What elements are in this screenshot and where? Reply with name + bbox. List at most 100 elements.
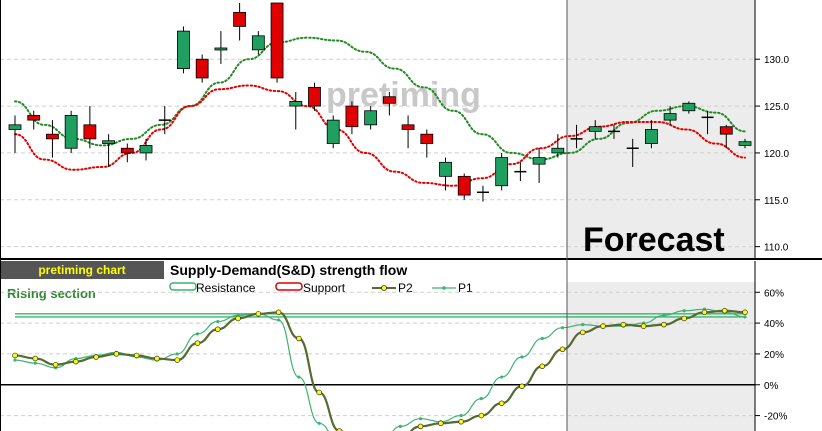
p2-point: [417, 423, 424, 430]
candle: [139, 138, 153, 161]
strength-axis-ticks: 60% 40% 20% 0% -20%: [755, 288, 787, 423]
candle: [495, 152, 509, 191]
p1-point: [581, 323, 585, 327]
candle-body-down: [401, 124, 415, 130]
p2-point: [12, 352, 18, 359]
p1-point: [297, 375, 301, 379]
candle-body-up: [177, 30, 190, 69]
candle-body-up: [251, 35, 265, 51]
candle-body-down: [83, 124, 97, 140]
p2-point: [661, 321, 667, 328]
p1-point: [33, 361, 37, 365]
p2-point: [519, 383, 525, 390]
candle-body-up: [326, 119, 340, 144]
rising-section-label: Rising section: [7, 286, 96, 301]
candle: [102, 134, 115, 167]
p1-point: [520, 355, 524, 359]
candle-body-down: [195, 58, 209, 79]
candle-body-up: [8, 124, 22, 130]
legend-resistance: Resistance: [169, 281, 256, 295]
candle-body-up: [289, 100, 303, 107]
strength-tick-label: 40%: [764, 319, 784, 330]
candle: [532, 148, 546, 183]
forecast-region-lower: [567, 282, 755, 431]
p1-point: [277, 318, 281, 322]
p2-point: [620, 321, 627, 328]
candle: [514, 162, 527, 182]
candle-body-up: [532, 157, 546, 165]
candle-body-down: [382, 96, 396, 104]
candle-body-up: [139, 145, 153, 154]
candle-body-down: [308, 86, 321, 107]
candle: [233, 3, 247, 41]
candle: [457, 173, 471, 200]
p1-point: [13, 358, 17, 362]
candle-body-down: [46, 133, 59, 140]
p2-point: [52, 361, 59, 368]
strength-tick-label: 0%: [764, 381, 779, 392]
p2-point: [275, 309, 282, 316]
p1-point: [743, 315, 747, 319]
p2-point: [458, 419, 464, 425]
price-tick-label: 110.0: [764, 243, 789, 254]
p1-point: [500, 375, 504, 379]
sd-strength-panel: pretiming chart Supply-Demand(S&D) stren…: [0, 261, 787, 431]
candle: [120, 143, 134, 163]
candle-body-up: [214, 47, 228, 51]
candle-body-up: [364, 110, 378, 126]
p2-point: [539, 363, 545, 370]
p2-point: [255, 311, 262, 317]
p2-point: [194, 340, 201, 346]
p2-point: [113, 351, 120, 357]
candle-body-up: [663, 113, 677, 121]
p2-point: [154, 355, 160, 362]
p2-point: [316, 389, 322, 396]
candle-body-up: [551, 147, 565, 154]
p2-point: [742, 309, 748, 316]
p1-point: [479, 397, 483, 401]
p1-point: [682, 309, 686, 313]
p2-point: [174, 357, 180, 363]
p1-point: [662, 313, 666, 317]
p1-point: [317, 421, 321, 425]
candle: [64, 110, 78, 153]
candle-body-up: [64, 115, 78, 149]
candle-body-down: [233, 11, 247, 27]
p2-point: [478, 412, 485, 419]
p2-point: [640, 323, 647, 329]
price-tick-label: 115.0: [764, 196, 789, 207]
legend-support-label: Support: [303, 281, 346, 295]
candle-body-up: [102, 140, 115, 144]
strength-tick-label: 60%: [764, 288, 784, 299]
candle: [177, 26, 190, 74]
price-chart: pretiming Forecast 110.0115.0120.0125.01…: [0, 0, 822, 431]
p2-point: [580, 329, 586, 336]
legend-p1-label: P1: [458, 281, 473, 295]
p1-point: [560, 326, 565, 330]
candle-body-up: [738, 141, 752, 146]
price-tick-label: 125.0: [764, 102, 789, 113]
legend-p1: P1: [432, 281, 473, 295]
p2-point: [235, 315, 241, 322]
p2-point: [133, 352, 140, 359]
legend-p2-label: P2: [398, 281, 413, 295]
strength-tick-label: 20%: [764, 350, 784, 361]
p2-point: [600, 323, 606, 329]
p2-point: [498, 400, 505, 407]
legend-p2: P2: [372, 281, 413, 295]
strength-tick-label: -20%: [764, 412, 787, 423]
p1-point: [175, 352, 179, 356]
legend: Resistance Support P2 P1: [169, 281, 473, 295]
forecast-label: Forecast: [583, 221, 725, 259]
legend-resistance-label: Resistance: [196, 281, 256, 295]
candle-body-down: [420, 133, 434, 144]
p1-point: [459, 413, 463, 418]
p1-point: [216, 319, 220, 324]
p1-point: [398, 424, 402, 428]
candle-body-down: [270, 2, 284, 79]
legend-support: Support: [275, 281, 346, 295]
candle: [270, 2, 284, 83]
brand-label: pretiming chart: [38, 263, 125, 277]
candle-body-up: [682, 102, 696, 112]
p2-point: [296, 335, 302, 342]
